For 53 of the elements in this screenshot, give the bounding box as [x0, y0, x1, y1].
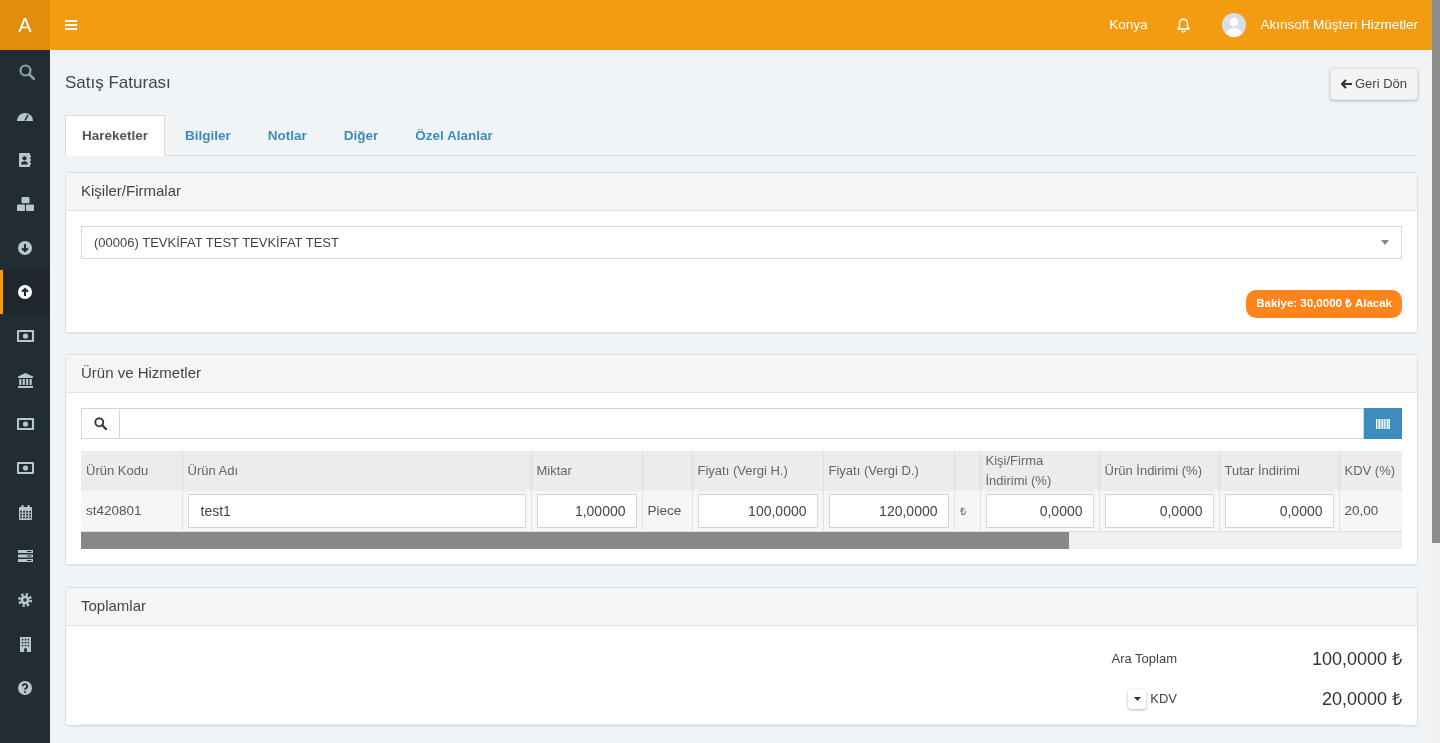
section-header: Toplamlar — [66, 588, 1417, 626]
page-title: Satış Faturası — [65, 73, 171, 94]
caret-icon — [1133, 697, 1141, 701]
arrow-up-circle-icon — [18, 285, 32, 299]
dropdown-button[interactable] — [1128, 689, 1147, 709]
scrollbar-thumb[interactable] — [81, 532, 1070, 549]
sidebar-item[interactable] — [0, 270, 50, 314]
vertical-scrollbar[interactable] — [1432, 0, 1440, 743]
total-value: 100,0000 ₺ — [1310, 647, 1402, 671]
number-field[interactable]: 0,0000 — [985, 494, 1094, 528]
banknote-icon — [16, 330, 34, 342]
total-label: KDV — [1150, 690, 1177, 709]
number-field[interactable]: 0,0000 — [1224, 494, 1334, 528]
building-icon — [19, 636, 31, 652]
number-field[interactable]: 1,00000 — [536, 494, 637, 528]
list-icon — [17, 550, 33, 562]
scrollbar-thumb[interactable] — [1432, 0, 1440, 543]
table-cell: 20,00 — [1344, 502, 1379, 518]
total-value: 20,0000 ₺ — [1320, 687, 1402, 711]
contact-select[interactable]: (00006) TEVKİFAT TEST TEVKİFAT TEST — [81, 226, 1402, 259]
table-cell: st420801 — [86, 502, 142, 518]
search-icon — [19, 64, 35, 80]
help-icon — [18, 681, 32, 695]
speedometer-icon — [17, 111, 33, 121]
cubes-icon — [16, 197, 34, 211]
arrow-down-circle-icon — [18, 241, 32, 255]
currency-symbol: ₺ — [959, 504, 966, 517]
number-field[interactable]: 100,0000 — [697, 494, 818, 528]
bank-icon — [17, 372, 33, 388]
balance-badge: Bakiye: 30,0000 ₺ Alacak — [1246, 290, 1402, 318]
section-header: Ürün ve Hizmetler — [66, 355, 1417, 393]
avatar-icon — [1222, 13, 1247, 37]
barcode-icon — [1376, 418, 1390, 429]
contact-book-icon — [19, 153, 31, 167]
banknote-icon — [16, 418, 34, 430]
section-header: Kişiler/Firmalar — [66, 173, 1417, 211]
back-button[interactable]: Geri Dön — [1329, 68, 1418, 100]
caret-icon — [1381, 240, 1389, 245]
search-field[interactable] — [119, 408, 1364, 439]
search-icon — [94, 417, 107, 430]
horizontal-scrollbar[interactable] — [81, 532, 1402, 549]
arrow-left-icon — [1340, 79, 1352, 89]
text-field[interactable]: test1 — [187, 494, 526, 528]
table-cell: Piece — [647, 502, 682, 518]
total-label: Ara Toplam — [1111, 650, 1177, 669]
banknote-icon — [16, 462, 34, 474]
number-field[interactable]: 0,0000 — [1104, 494, 1214, 528]
tab[interactable]: Hareketler — [65, 115, 166, 156]
barcode-button[interactable] — [1364, 408, 1402, 439]
logo: A — [0, 0, 50, 50]
calendar-icon — [18, 504, 32, 520]
gear-icon — [18, 593, 32, 607]
number-field[interactable]: 120,0000 — [828, 494, 949, 528]
